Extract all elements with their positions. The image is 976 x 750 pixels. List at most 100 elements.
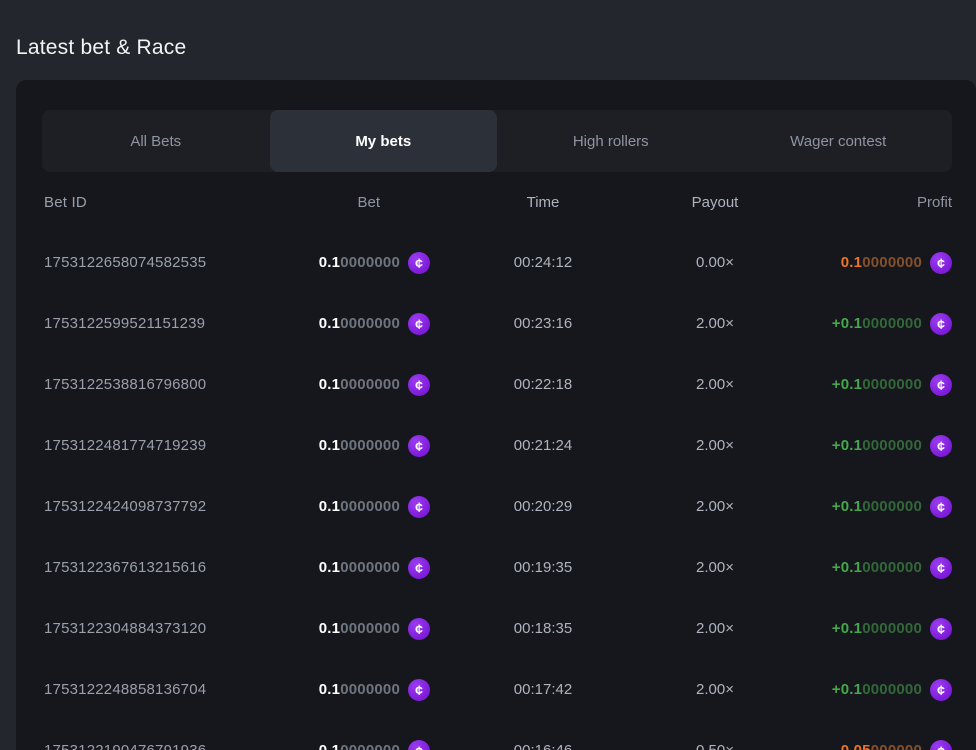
bet-row[interactable]: 1753122304884373120 0.10000000 ¢ 00:18:3… [42,598,952,659]
tab-label: High rollers [573,133,649,150]
cent-coin-icon: ¢ [930,313,952,335]
bet-profit-cell: +0.10000000 ¢ [774,557,952,579]
header-time: Time [430,194,656,211]
bet-profit-cell: +0.10000000 ¢ [774,374,952,396]
tab-label: Wager contest [790,133,886,150]
bet-amount: 0.10000000 [319,315,400,332]
cent-coin-icon: ¢ [408,618,430,640]
tab-high-rollers[interactable]: High rollers [497,110,725,172]
bet-amount-cell: 0.10000000 ¢ [280,435,430,457]
bet-id-cell: 1753122367613215616 [42,559,280,576]
bet-profit-cell: +0.10000000 ¢ [774,679,952,701]
tab-all-bets[interactable]: All Bets [42,110,270,172]
cent-coin-icon: ¢ [930,679,952,701]
bet-profit-cell: 0.05000000 ¢ [774,740,952,750]
bet-profit: +0.10000000 [832,376,922,393]
bet-payout-cell: 2.00× [656,376,774,393]
bet-amount: 0.10000000 [319,498,400,515]
latest-bets-panel: All Bets My bets High rollers Wager cont… [16,80,976,750]
cent-coin-icon: ¢ [408,313,430,335]
bet-id-cell: 1753122658074582535 [42,254,280,271]
bet-amount: 0.10000000 [319,742,400,750]
bet-profit: +0.10000000 [832,498,922,515]
bet-payout-cell: 2.00× [656,559,774,576]
bet-time-cell: 00:18:35 [430,620,656,637]
cent-coin-icon: ¢ [930,435,952,457]
cent-coin-icon: ¢ [930,374,952,396]
bet-id-cell: 1753122538816796800 [42,376,280,393]
bet-amount: 0.10000000 [319,681,400,698]
bet-profit: +0.10000000 [832,559,922,576]
bet-profit: +0.10000000 [832,315,922,332]
header-bet: Bet [280,194,430,211]
cent-coin-icon: ¢ [408,374,430,396]
bet-profit: +0.10000000 [832,437,922,454]
bet-amount-cell: 0.10000000 ¢ [280,740,430,750]
bet-id-cell: 1753122599521151239 [42,315,280,332]
bet-time-cell: 00:19:35 [430,559,656,576]
bet-row[interactable]: 1753122599521151239 0.10000000 ¢ 00:23:1… [42,293,952,354]
bet-payout-cell: 2.00× [656,620,774,637]
bet-amount: 0.10000000 [319,254,400,271]
bet-profit-cell: +0.10000000 ¢ [774,435,952,457]
cent-coin-icon: ¢ [408,740,430,750]
bet-time-cell: 00:24:12 [430,254,656,271]
bet-amount: 0.10000000 [319,620,400,637]
bet-payout-cell: 2.00× [656,437,774,454]
bet-payout-cell: 2.00× [656,681,774,698]
cent-coin-icon: ¢ [408,557,430,579]
bets-tabbar: All Bets My bets High rollers Wager cont… [42,110,952,172]
cent-coin-icon: ¢ [930,252,952,274]
bet-id-cell: 1753122481774719239 [42,437,280,454]
cent-coin-icon: ¢ [930,740,952,750]
bet-row[interactable]: 1753122190476791936 0.10000000 ¢ 00:16:4… [42,720,952,750]
bet-time-cell: 00:17:42 [430,681,656,698]
tab-my-bets[interactable]: My bets [270,110,498,172]
bet-profit: 0.05000000 [841,742,922,750]
cent-coin-icon: ¢ [408,496,430,518]
cent-coin-icon: ¢ [408,435,430,457]
bet-time-cell: 00:16:46 [430,742,656,750]
bet-time-cell: 00:21:24 [430,437,656,454]
table-header-row: Bet ID Bet Time Payout Profit [42,172,952,232]
bet-amount-cell: 0.10000000 ¢ [280,679,430,701]
bet-id-cell: 1753122190476791936 [42,742,280,750]
bet-time-cell: 00:20:29 [430,498,656,515]
bet-profit-cell: +0.10000000 ¢ [774,496,952,518]
header-bet-id: Bet ID [42,194,280,211]
cent-coin-icon: ¢ [930,496,952,518]
bet-row[interactable]: 1753122248858136704 0.10000000 ¢ 00:17:4… [42,659,952,720]
bet-row[interactable]: 1753122538816796800 0.10000000 ¢ 00:22:1… [42,354,952,415]
bet-amount: 0.10000000 [319,376,400,393]
bet-payout-cell: 2.00× [656,315,774,332]
header-profit: Profit [774,194,952,211]
tab-wager-contest[interactable]: Wager contest [725,110,953,172]
bet-profit: 0.10000000 [841,254,922,271]
bet-amount-cell: 0.10000000 ¢ [280,496,430,518]
bet-row[interactable]: 1753122424098737792 0.10000000 ¢ 00:20:2… [42,476,952,537]
bet-id-cell: 1753122304884373120 [42,620,280,637]
bet-id-cell: 1753122424098737792 [42,498,280,515]
bet-amount: 0.10000000 [319,437,400,454]
bet-payout-cell: 0.50× [656,742,774,750]
bet-amount-cell: 0.10000000 ¢ [280,252,430,274]
bet-amount-cell: 0.10000000 ¢ [280,313,430,335]
tab-label: All Bets [130,133,181,150]
bet-payout-cell: 2.00× [656,498,774,515]
bet-amount-cell: 0.10000000 ¢ [280,374,430,396]
bet-row[interactable]: 1753122481774719239 0.10000000 ¢ 00:21:2… [42,415,952,476]
bet-amount: 0.10000000 [319,559,400,576]
bet-amount-cell: 0.10000000 ¢ [280,557,430,579]
bet-row[interactable]: 1753122658074582535 0.10000000 ¢ 00:24:1… [42,232,952,293]
cent-coin-icon: ¢ [930,618,952,640]
bet-row[interactable]: 1753122367613215616 0.10000000 ¢ 00:19:3… [42,537,952,598]
bet-profit-cell: +0.10000000 ¢ [774,618,952,640]
page-title: Latest bet & Race [16,36,186,60]
tab-label: My bets [355,133,411,150]
bet-payout-cell: 0.00× [656,254,774,271]
bet-time-cell: 00:22:18 [430,376,656,393]
bet-amount-cell: 0.10000000 ¢ [280,618,430,640]
bets-table-body: 1753122658074582535 0.10000000 ¢ 00:24:1… [42,232,952,750]
bet-profit: +0.10000000 [832,681,922,698]
cent-coin-icon: ¢ [930,557,952,579]
